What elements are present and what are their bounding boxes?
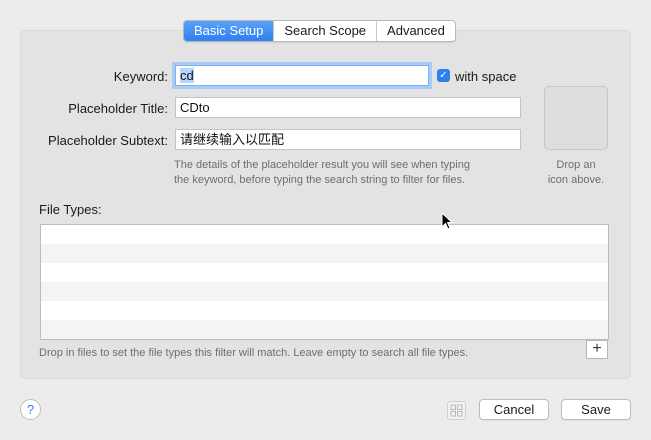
file-types-list[interactable] (40, 224, 609, 340)
list-item (41, 244, 608, 263)
placeholder-hint-line1: The details of the placeholder result yo… (174, 159, 470, 171)
placeholder-title-input[interactable]: CDto (175, 97, 521, 118)
list-item (41, 263, 608, 282)
with-space-label: with space (455, 69, 517, 84)
tab-search-scope[interactable]: Search Scope (274, 21, 378, 41)
with-space-checkbox[interactable]: ✓ (437, 69, 450, 82)
list-item (41, 301, 608, 320)
keyword-label: Keyword: (113, 69, 168, 84)
file-types-label: File Types: (39, 202, 102, 217)
grid-glyph-icon (450, 404, 463, 417)
file-types-hint: Drop in files to set the file types this… (39, 347, 469, 359)
help-button[interactable]: ? (20, 399, 41, 420)
icon-well-caption-line2: icon above. (547, 174, 605, 186)
list-item (41, 225, 608, 244)
help-icon: ? (26, 402, 35, 417)
keyword-value: cd (180, 68, 194, 83)
keyword-input[interactable]: cd (175, 65, 429, 86)
tab-basic-setup[interactable]: Basic Setup (184, 21, 275, 41)
icon-drop-well[interactable] (544, 86, 608, 150)
mouse-pointer-icon (441, 212, 453, 230)
tab-bar: Basic Setup Search Scope Advanced (183, 20, 456, 42)
grid-icon[interactable] (447, 401, 466, 420)
list-item (41, 282, 608, 301)
placeholder-subtext-label: Placeholder Subtext: (48, 133, 168, 148)
checkmark-icon: ✓ (439, 70, 448, 81)
placeholder-title-label: Placeholder Title: (68, 101, 168, 116)
list-item (41, 320, 608, 339)
add-file-type-button[interactable]: + (586, 340, 608, 359)
placeholder-hint-line2: the keyword, before typing the search st… (174, 174, 466, 186)
placeholder-subtext-input[interactable]: 请继续输入以匹配 (175, 129, 521, 150)
tab-advanced[interactable]: Advanced (377, 21, 455, 41)
cancel-button[interactable]: Cancel (479, 399, 549, 420)
icon-well-caption-line1: Drop an (556, 159, 596, 171)
plus-icon: + (592, 340, 602, 357)
save-button[interactable]: Save (561, 399, 631, 420)
